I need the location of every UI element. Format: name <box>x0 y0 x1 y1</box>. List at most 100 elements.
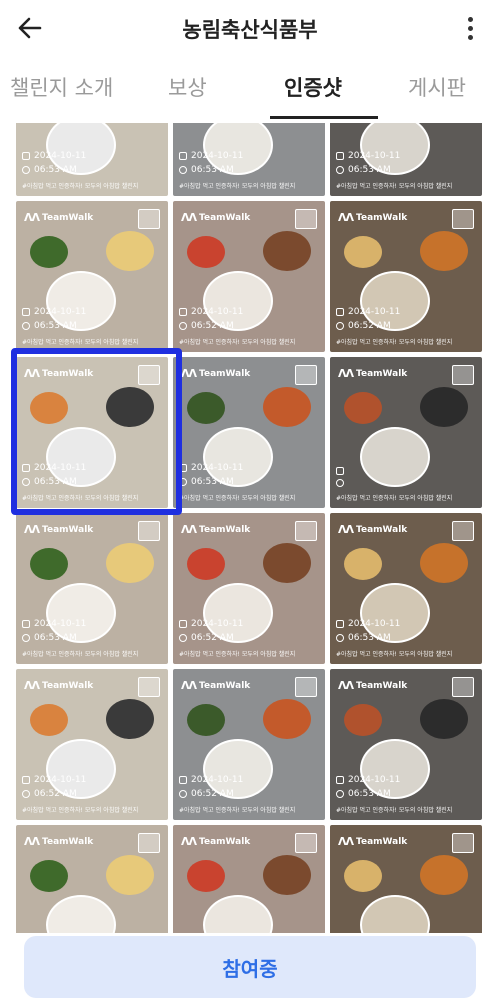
proof-photo-grid[interactable]: ΛΛTeamWalk 2024-10-11 06:53 AM #아침밥 먹고 인… <box>16 123 484 933</box>
side-dish-bowl <box>344 392 382 424</box>
stamp-icon <box>295 365 317 385</box>
photo-meta: 2024-10-11 06:52 AM #아침밥 먹고 인증하자! 모두의 아침… <box>336 307 452 346</box>
stamp-icon <box>452 677 474 697</box>
photo-date: 2024-10-11 <box>34 775 87 785</box>
proof-photo-tile[interactable]: ΛΛTeamWalk #아침밥 먹고 인증하자! 모두의 아침밥 챌린지 <box>330 357 482 508</box>
page-title: 농림축산식품부 <box>182 18 318 42</box>
calendar-icon <box>336 467 344 475</box>
clock-icon <box>336 479 344 487</box>
food-bowl <box>420 543 468 583</box>
photo-date: 2024-10-11 <box>191 151 244 161</box>
photo-caption: #아침밥 먹고 인증하자! 모두의 아침밥 챌린지 <box>336 183 453 190</box>
photo-caption: #아침밥 먹고 인증하자! 모두의 아침밥 챌린지 <box>336 651 453 658</box>
calendar-icon <box>22 152 30 160</box>
photo-caption: #아침밥 먹고 인증하자! 모두의 아침밥 챌린지 <box>22 183 139 190</box>
photo-time: 06:53 AM <box>34 477 77 487</box>
side-dish-bowl <box>30 392 68 424</box>
photo-time: 06:53 AM <box>34 633 77 643</box>
brand-watermark: ΛΛ TeamWalk <box>338 679 408 692</box>
proof-photo-tile[interactable]: ΛΛTeamWalk 2024-10-11 06:53 AM #아침밥 먹고 인… <box>173 123 325 196</box>
photo-date: 2024-10-11 <box>34 463 87 473</box>
clock-icon <box>22 478 30 486</box>
proof-photo-tile[interactable]: ΛΛTeamWalk #아침밥 먹고 인증하자! 모두의 아침밥 챌린지 <box>330 825 482 933</box>
proof-photo-tile[interactable]: ΛΛTeamWalk 2024-10-11 06:53 AM #아침밥 먹고 인… <box>16 123 168 196</box>
photo-meta: 2024-10-11 06:53 AM #아침밥 먹고 인증하자! 모두의 아침… <box>179 463 295 502</box>
brand-watermark: ΛΛ TeamWalk <box>181 835 251 848</box>
calendar-icon <box>22 308 30 316</box>
proof-photo-tile[interactable]: ΛΛ TeamWalk 2024-10-11 06:52 AM #아침밥 먹고 인… <box>173 513 325 664</box>
tab-proof-shots[interactable]: 인증샷 <box>284 72 342 102</box>
photo-time: 06:53 AM <box>348 789 391 799</box>
photo-caption: #아침밥 먹고 인증하자! 모두의 아침밥 챌린지 <box>22 807 139 814</box>
side-dish-bowl <box>30 548 68 580</box>
photo-date: 2024-10-11 <box>348 619 401 629</box>
photo-caption: #아침밥 먹고 인증하자! 모두의 아침밥 챌린지 <box>179 651 296 658</box>
proof-photo-tile[interactable]: ΛΛTeamWalk 2024-10-11 06:53 AM #아침밥 먹고 인… <box>330 513 482 664</box>
side-dish-bowl <box>187 548 225 580</box>
calendar-icon <box>336 152 344 160</box>
side-dish-bowl <box>187 236 225 268</box>
calendar-icon <box>22 776 30 784</box>
stamp-icon <box>452 521 474 541</box>
joined-button[interactable]: 참여중 <box>24 936 476 998</box>
proof-photo-tile[interactable]: ΛΛTeamWalk #아침밥 먹고 인증하자! 모두의 아침밥 챌린지 <box>173 825 325 933</box>
brand-watermark: ΛΛ TeamWalk <box>181 523 251 536</box>
clock-icon <box>179 322 187 330</box>
clock-icon <box>22 322 30 330</box>
photo-grid-row: ΛΛTeamWalk 2024-10-11 06:53 AM #아침밥 먹고 인… <box>16 357 484 508</box>
calendar-icon <box>22 620 30 628</box>
photo-grid-row: ΛΛTeamWalk 2024-10-11 06:53 AM #아침밥 먹고 인… <box>16 123 484 196</box>
stamp-icon <box>295 833 317 853</box>
food-bowl <box>420 855 468 895</box>
side-dish-bowl <box>187 392 225 424</box>
photo-date: 2024-10-11 <box>34 307 87 317</box>
food-bowl <box>263 387 311 427</box>
photo-date: 2024-10-11 <box>34 151 87 161</box>
photo-time: 06:52 AM <box>191 321 234 331</box>
proof-photo-tile[interactable]: ΛΛ TeamWalk 2024-10-11 06:52 AM #아침밥 먹고 인… <box>173 669 325 820</box>
photo-grid-row: ΛΛ TeamWalk 2024-10-11 06:52 AM #아침밥 먹고 인… <box>16 669 484 820</box>
proof-photo-tile[interactable]: ΛΛTeamWalk #아침밥 먹고 인증하자! 모두의 아침밥 챌린지 <box>16 825 168 933</box>
photo-caption: #아침밥 먹고 인증하자! 모두의 아침밥 챌린지 <box>22 495 139 502</box>
food-bowl <box>106 387 154 427</box>
stamp-icon <box>452 209 474 229</box>
stamp-icon <box>295 677 317 697</box>
food-bowl <box>106 231 154 271</box>
proof-photo-tile[interactable]: ΛΛTeamWalk 2024-10-11 06:53 AM #아침밥 먹고 인… <box>330 123 482 196</box>
photo-caption: #아침밥 먹고 인증하자! 모두의 아침밥 챌린지 <box>22 651 139 658</box>
proof-photo-tile[interactable]: ΛΛTeamWalk 2024-10-11 06:53 AM #아침밥 먹고 인… <box>16 357 168 508</box>
stamp-icon <box>138 677 160 697</box>
stamp-icon <box>452 833 474 853</box>
clock-icon <box>22 166 30 174</box>
brand-watermark: ΛΛ TeamWalk <box>181 211 251 224</box>
proof-photo-tile[interactable]: ΛΛ TeamWalk 2024-10-11 06:52 AM #아침밥 먹고 인… <box>173 201 325 352</box>
food-bowl <box>420 699 468 739</box>
side-dish-bowl <box>30 236 68 268</box>
proof-photo-tile[interactable]: ΛΛ TeamWalk 2024-10-11 06:52 AM #아침밥 먹고 인… <box>330 201 482 352</box>
tab-challenge-intro[interactable]: 챌린지 소개 <box>10 72 113 102</box>
photo-meta: 2024-10-11 06:53 AM #아침밥 먹고 인증하자! 모두의 아침… <box>22 307 138 346</box>
food-bowl <box>263 543 311 583</box>
more-options-icon[interactable] <box>458 12 482 44</box>
proof-photo-tile[interactable]: ΛΛTeamWalk 2024-10-11 06:53 AM #아침밥 먹고 인… <box>330 669 482 820</box>
brand-watermark: ΛΛ TeamWalk <box>338 211 408 224</box>
brand-watermark: ΛΛ TeamWalk <box>338 835 408 848</box>
bottom-bar: 참여중 <box>0 933 500 1008</box>
tab-reward[interactable]: 보상 <box>168 72 207 102</box>
tab-board[interactable]: 게시판 <box>408 72 466 102</box>
proof-photo-tile[interactable]: ΛΛTeamWalk 2024-10-11 06:53 AM #아침밥 먹고 인… <box>16 201 168 352</box>
photo-date: 2024-10-11 <box>191 463 244 473</box>
side-dish-bowl <box>30 860 68 892</box>
food-bowl <box>420 231 468 271</box>
photo-time: 06:53 AM <box>191 477 234 487</box>
proof-photo-tile[interactable]: ΛΛTeamWalk 2024-10-11 06:53 AM #아침밥 먹고 인… <box>173 357 325 508</box>
photo-time: 06:53 AM <box>348 165 391 175</box>
stamp-icon <box>138 833 160 853</box>
side-dish-bowl <box>187 860 225 892</box>
active-tab-indicator <box>270 116 378 119</box>
photo-meta: 2024-10-11 06:52 AM #아침밥 먹고 인증하자! 모두의 아침… <box>179 775 295 814</box>
proof-photo-tile[interactable]: ΛΛ TeamWalk 2024-10-11 06:52 AM #아침밥 먹고 인… <box>16 669 168 820</box>
photo-meta: 2024-10-11 06:53 AM #아침밥 먹고 인증하자! 모두의 아침… <box>179 151 295 190</box>
proof-photo-tile[interactable]: ΛΛTeamWalk 2024-10-11 06:53 AM #아침밥 먹고 인… <box>16 513 168 664</box>
photo-time: 06:53 AM <box>191 165 234 175</box>
